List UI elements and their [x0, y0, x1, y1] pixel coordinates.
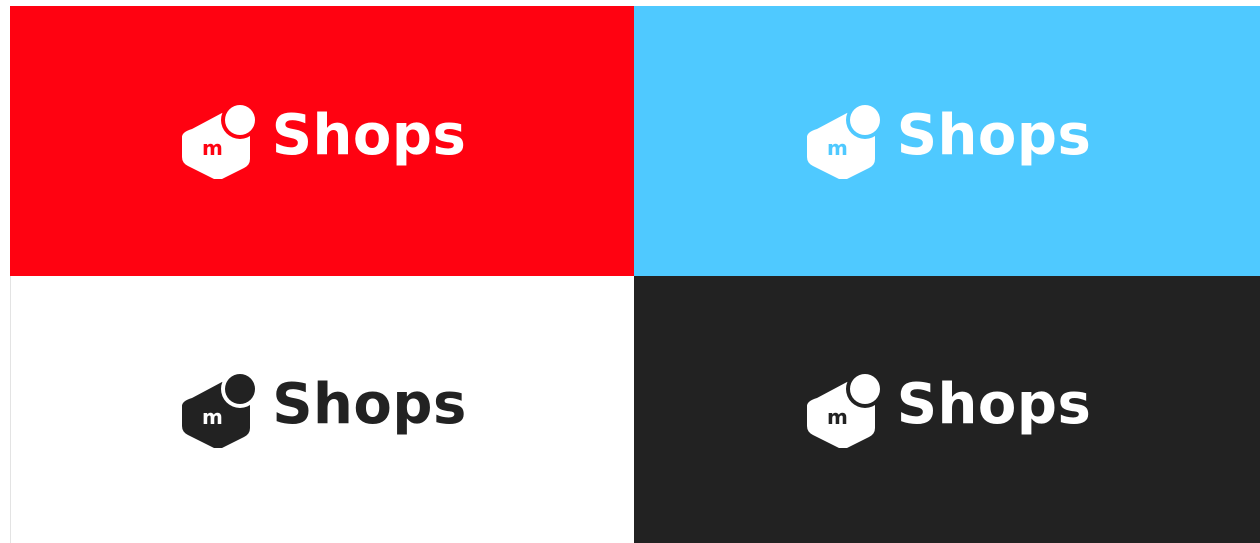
shops-logo: m Shops [803, 368, 1092, 448]
mercari-box-icon: m [806, 369, 884, 448]
mercari-box-icon: m [181, 101, 259, 179]
logo-tile-blue: m Shops [634, 6, 1260, 276]
shops-wordmark: Shops [271, 103, 467, 168]
mercari-box-icon: m [806, 101, 884, 179]
shops-wordmark: Shops [272, 371, 467, 437]
shops-logo: m Shops [803, 99, 1092, 179]
shops-wordmark: Shops [896, 371, 1092, 437]
mercari-box-icon: m [182, 369, 260, 448]
svg-text:m: m [827, 405, 848, 429]
svg-text:m: m [202, 405, 223, 429]
logo-tile-white: m Shops [10, 276, 634, 543]
logo-tile-red: m Shops [10, 6, 634, 276]
logo-tile-dark: m Shops [634, 276, 1260, 543]
svg-text:m: m [827, 136, 848, 160]
shops-logo: m Shops [178, 368, 467, 448]
shops-logo: m Shops [178, 99, 467, 179]
logo-variants-grid: m Shops m Shops m Shops m Shops [10, 6, 1260, 543]
svg-text:m: m [202, 136, 223, 160]
shops-wordmark: Shops [896, 103, 1092, 168]
